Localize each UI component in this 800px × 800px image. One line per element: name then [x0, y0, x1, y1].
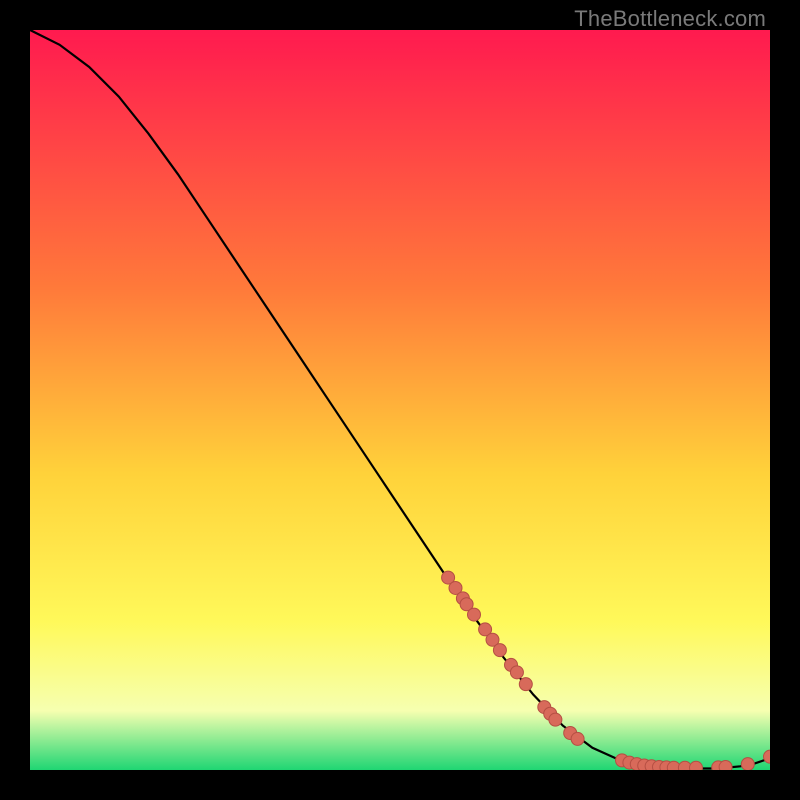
curve-line [30, 30, 770, 769]
data-marker [741, 758, 754, 770]
data-marker [468, 608, 481, 621]
data-marker [510, 666, 523, 679]
watermark-text: TheBottleneck.com [574, 6, 766, 32]
data-marker [719, 761, 732, 770]
chart-overlay [30, 30, 770, 770]
data-marker [493, 644, 506, 657]
data-marker [519, 678, 532, 691]
frame: TheBottleneck.com [0, 0, 800, 800]
data-marker [690, 761, 703, 770]
data-marker [571, 732, 584, 745]
data-marker [549, 713, 562, 726]
plot-area [30, 30, 770, 770]
